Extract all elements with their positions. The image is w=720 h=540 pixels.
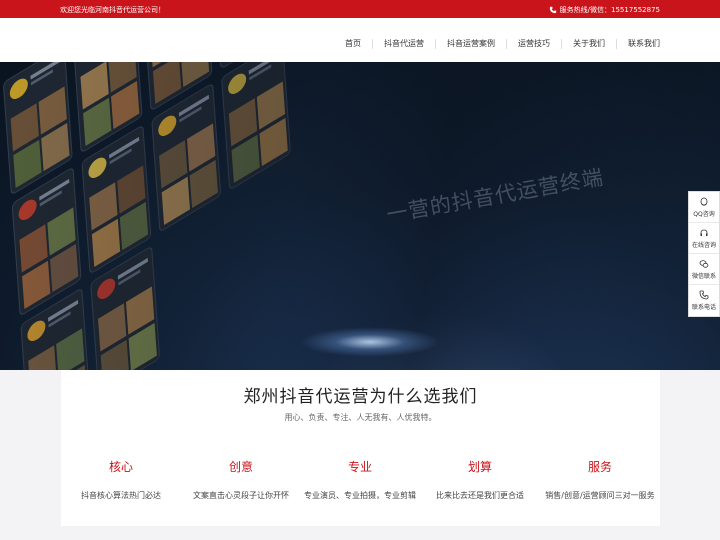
nav-item-home[interactable]: 首页 <box>334 39 372 49</box>
welcome-text: 欢迎您光临河南抖音代运营公司！ <box>60 6 165 14</box>
feature-title: 核心 <box>108 460 133 474</box>
feature-creative: 创意 文案直击心灵段子让你开怀 <box>181 458 301 501</box>
section-subtitle: 用心、负责、专注、人无我有、人优我特。 <box>284 413 437 422</box>
nav-item-operation[interactable]: 抖音代运营 <box>372 39 435 49</box>
feature-title: 服务 <box>587 460 612 474</box>
section-title: 郑州抖音代运营为什么选我们 <box>243 387 478 407</box>
feature-desc: 抖音核心算法热门必达 <box>81 491 161 500</box>
why-choose-us-section: 郑州抖音代运营为什么选我们 用心、负责、专注、人无我有、人优我特。 核心 抖音核… <box>61 370 660 526</box>
side-item-label: 微信联系 <box>691 272 716 280</box>
feature-desc: 专业演员、专业拍摄，专业剪辑 <box>304 491 416 500</box>
qq-icon <box>700 197 708 206</box>
hotline-text: 服务热线/微信：15517552875 <box>559 6 660 14</box>
side-contact-toolbar: QQ咨询 在线咨询 微信联系 联系电话 <box>688 191 720 317</box>
side-item-label: 在线咨询 <box>691 241 716 249</box>
phone-icon <box>549 6 556 14</box>
side-item-label: QQ咨询 <box>693 210 715 218</box>
feature-value: 划算 比来比去还是我们更合适 <box>420 458 540 501</box>
hotline[interactable]: 服务热线/微信：15517552875 <box>549 5 660 15</box>
headset-icon <box>700 229 708 236</box>
feature-professional: 专业 专业演员、专业拍摄，专业剪辑 <box>300 458 420 501</box>
hero-banner: 一营的抖音代运营终端 <box>0 62 720 370</box>
top-bar: 欢迎您光临河南抖音代运营公司！ 服务热线/微信：15517552875 <box>0 0 720 18</box>
side-item-label: 联系电话 <box>691 304 716 311</box>
feature-title: 划算 <box>467 460 492 474</box>
main-nav: 首页 抖音代运营 抖音运营案例 运营技巧 关于我们 联系我们 <box>0 18 720 62</box>
side-item-online[interactable]: 在线咨询 <box>689 223 719 254</box>
nav-item-contact[interactable]: 联系我们 <box>616 39 660 49</box>
side-item-wechat[interactable]: 微信联系 <box>689 254 719 285</box>
side-item-phone[interactable]: 联系电话 <box>689 285 719 316</box>
nav-item-about[interactable]: 关于我们 <box>561 39 616 49</box>
phone-icon <box>699 290 709 300</box>
nav-item-tips[interactable]: 运营技巧 <box>506 39 561 49</box>
feature-service: 服务 销售/创意/运营顾问三对一服务 <box>540 458 660 501</box>
nav-item-cases[interactable]: 抖音运营案例 <box>435 39 506 49</box>
horizon-glow <box>300 327 440 357</box>
feature-title: 专业 <box>347 460 372 474</box>
banner-shade <box>0 62 720 370</box>
feature-desc: 文案直击心灵段子让你开怀 <box>193 491 289 500</box>
feature-desc: 比来比去还是我们更合适 <box>436 491 524 500</box>
wechat-icon <box>699 259 709 268</box>
feature-title: 创意 <box>228 460 253 474</box>
side-item-qq[interactable]: QQ咨询 <box>689 192 719 223</box>
feature-desc: 销售/创意/运营顾问三对一服务 <box>545 491 655 500</box>
feature-core: 核心 抖音核心算法热门必达 <box>61 458 181 501</box>
